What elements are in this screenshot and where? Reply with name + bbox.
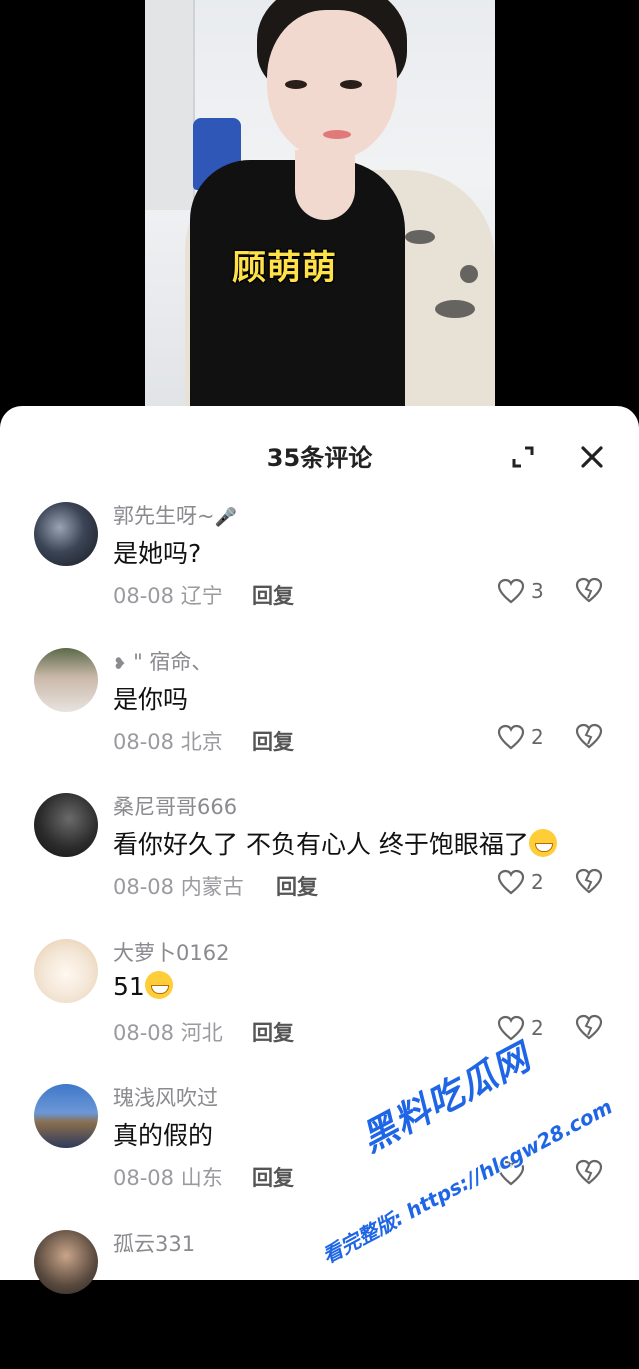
comment-location: 辽宁 — [181, 584, 223, 608]
like-button[interactable]: 3 — [497, 576, 544, 606]
close-icon[interactable] — [577, 442, 607, 472]
sheet-header: 35条评论 — [0, 406, 639, 506]
heart-icon — [497, 724, 525, 750]
laughing-tears-emoji — [145, 971, 173, 999]
comment-list[interactable]: 郭先生呀~🎤 是她吗? 08-08 辽宁 回复 3 ❥ " 宿命、 是你吗 — [0, 496, 639, 1369]
video-caption: 顾萌萌 — [232, 240, 337, 289]
comment-text: 51 — [113, 971, 173, 1001]
like-count: 2 — [531, 725, 544, 749]
video-frame — [145, 0, 495, 440]
broken-heart-icon — [574, 867, 604, 895]
comment-username[interactable]: ❥ " 宿命、 — [113, 646, 212, 676]
comment-text: 真的假的 — [113, 1116, 213, 1152]
comment-location: 北京 — [181, 730, 223, 754]
comment-item: 大萝卜0162 51 08-08 河北 回复 2 — [0, 933, 639, 1079]
comment-date: 08-08 — [113, 584, 174, 608]
comment-count-title: 35条评论 — [0, 438, 639, 473]
broken-heart-icon — [574, 576, 604, 604]
like-count: 3 — [531, 579, 544, 603]
avatar[interactable] — [34, 793, 98, 857]
person-neck — [295, 150, 355, 220]
like-count: 2 — [531, 1016, 544, 1040]
comment-location: 山东 — [181, 1166, 223, 1190]
comment-username[interactable]: 瑰浅风吹过 — [113, 1082, 218, 1112]
comment-location: 河北 — [181, 1021, 223, 1045]
broken-heart-icon — [574, 1158, 604, 1186]
comment-username[interactable]: 桑尼哥哥666 — [113, 791, 237, 821]
reply-button[interactable]: 回复 — [252, 1162, 294, 1192]
comment-item: ❥ " 宿命、 是你吗 08-08 北京 回复 2 — [0, 642, 639, 788]
comment-meta: 08-08 辽宁 — [113, 580, 223, 610]
grinning-face-emoji — [529, 829, 557, 857]
comment-text: 是她吗? — [113, 534, 201, 570]
comment-item: 桑尼哥哥666 看你好久了 不负有心人 终于饱眼福了 08-08 内蒙古 回复 … — [0, 787, 639, 933]
background-wall — [145, 0, 195, 210]
video-player[interactable]: 顾萌萌 — [0, 0, 639, 440]
avatar[interactable] — [34, 1230, 98, 1294]
expand-icon[interactable] — [508, 442, 538, 472]
play-arrow-icon: ❥ — [113, 654, 126, 673]
microphone-icon: 🎤 — [215, 507, 237, 528]
dislike-button[interactable] — [574, 1013, 604, 1043]
reply-button[interactable]: 回复 — [252, 1017, 294, 1047]
broken-heart-icon — [574, 1013, 604, 1041]
person-eye-right — [340, 80, 362, 89]
comment-location: 内蒙古 — [181, 875, 244, 899]
dislike-button[interactable] — [574, 867, 604, 897]
dislike-button[interactable] — [574, 576, 604, 606]
comment-date: 08-08 — [113, 1166, 174, 1190]
comment-text: 看你好久了 不负有心人 终于饱眼福了 — [113, 825, 557, 861]
comment-username[interactable]: 孤云331 — [113, 1228, 195, 1258]
dislike-button[interactable] — [574, 722, 604, 752]
avatar[interactable] — [34, 648, 98, 712]
comment-meta: 08-08 山东 — [113, 1162, 223, 1192]
comment-item: 郭先生呀~🎤 是她吗? 08-08 辽宁 回复 3 — [0, 496, 639, 642]
reply-button[interactable]: 回复 — [276, 871, 318, 901]
heart-icon — [497, 869, 525, 895]
like-count: 2 — [531, 870, 544, 894]
person-lips — [323, 130, 351, 139]
reply-button[interactable]: 回复 — [252, 580, 294, 610]
avatar[interactable] — [34, 939, 98, 1003]
like-button[interactable]: 2 — [497, 867, 544, 897]
comment-text-body: 看你好久了 不负有心人 终于饱眼福了 — [113, 830, 529, 859]
comment-date: 08-08 — [113, 1021, 174, 1045]
reply-button[interactable]: 回复 — [252, 726, 294, 756]
comment-username[interactable]: 大萝卜0162 — [113, 937, 229, 967]
username-text: 郭先生呀~ — [113, 504, 215, 528]
username-text: " 宿命、 — [133, 650, 212, 674]
comment-text-body: 51 — [113, 972, 145, 1001]
avatar[interactable] — [34, 1084, 98, 1148]
comment-meta: 08-08 内蒙古 — [113, 871, 244, 901]
heart-icon — [497, 578, 525, 604]
person-eye-left — [285, 80, 307, 89]
comment-date: 08-08 — [113, 730, 174, 754]
comment-meta: 08-08 北京 — [113, 726, 223, 756]
comment-username[interactable]: 郭先生呀~🎤 — [113, 500, 237, 530]
dislike-button[interactable] — [574, 1158, 604, 1188]
comment-meta: 08-08 河北 — [113, 1017, 223, 1047]
like-button[interactable]: 2 — [497, 722, 544, 752]
avatar[interactable] — [34, 502, 98, 566]
comment-text: 是你吗 — [113, 680, 188, 716]
comment-date: 08-08 — [113, 875, 174, 899]
broken-heart-icon — [574, 722, 604, 750]
